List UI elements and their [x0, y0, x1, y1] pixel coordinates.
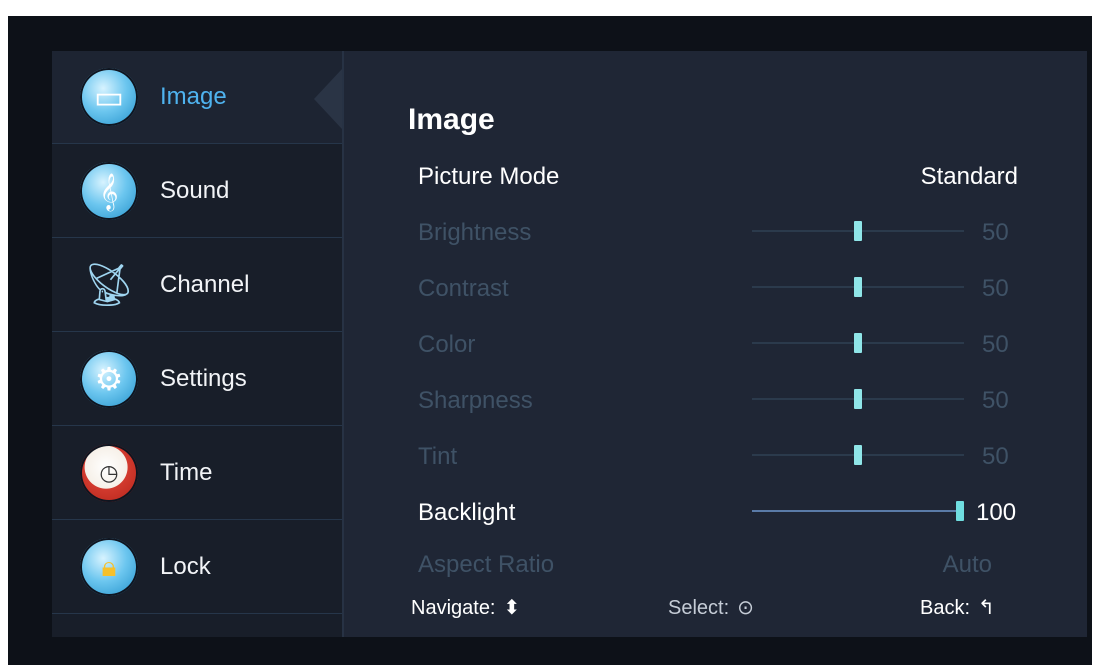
navigate-hint: Navigate: ⬍: [411, 595, 520, 620]
backlight-slider[interactable]: [752, 501, 964, 521]
picture-mode-value: Standard: [920, 163, 1018, 190]
select-label: Select:: [668, 597, 730, 619]
treble-clef-icon: 𝄞: [80, 162, 138, 220]
slider-thumb[interactable]: [854, 389, 862, 409]
slider-fill: [752, 510, 956, 512]
sidebar-item-label: Lock: [160, 553, 211, 580]
contrast-label: Contrast: [418, 275, 509, 302]
satellite-dish-icon: 📡︎: [82, 260, 136, 309]
slider-thumb[interactable]: [854, 445, 862, 465]
monitor-icon: ▭: [80, 68, 138, 126]
sidebar-item-lock[interactable]: 🔒︎ Lock: [52, 521, 342, 614]
ok-button-icon: ⊙: [737, 595, 754, 619]
sharpness-slider[interactable]: [752, 389, 964, 409]
slider-thumb[interactable]: [956, 501, 964, 521]
sidebar-item-channel[interactable]: 📡︎ Channel: [52, 239, 342, 332]
sidebar-item-settings[interactable]: ⚙ Settings: [52, 333, 342, 426]
padlock-icon: 🔒︎: [80, 538, 138, 596]
navigate-label: Navigate:: [411, 597, 496, 619]
select-hint: Select: ⊙: [668, 595, 754, 620]
picture-mode-label: Picture Mode: [418, 163, 560, 190]
backlight-value: 100: [976, 499, 1017, 526]
brightness-value: 50: [982, 219, 1009, 246]
gear-icon: ⚙: [80, 350, 138, 408]
contrast-slider[interactable]: [752, 277, 964, 297]
brightness-slider[interactable]: [752, 221, 964, 241]
aspect-ratio-row[interactable]: Aspect Ratio Auto: [418, 547, 1028, 578]
selection-pointer: [314, 69, 342, 129]
panel-divider: [342, 51, 344, 637]
slider-thumb[interactable]: [854, 277, 862, 297]
sidebar: ▭ Image 𝄞 Sound 📡︎ Channel ⚙ Settings ◷ …: [52, 51, 342, 637]
sidebar-item-time[interactable]: ◷ Time: [52, 427, 342, 520]
tv-menu-screen: ▭ Image 𝄞 Sound 📡︎ Channel ⚙ Settings ◷ …: [52, 51, 1087, 637]
picture-mode-row[interactable]: Picture Mode Standard: [418, 155, 1028, 195]
backlight-label: Backlight: [418, 499, 516, 526]
tint-label: Tint: [418, 443, 458, 470]
sharpness-label: Sharpness: [418, 387, 533, 414]
tint-row[interactable]: Tint 50: [418, 435, 1028, 475]
sidebar-item-label: Settings: [160, 365, 247, 392]
sidebar-item-label: Channel: [160, 271, 250, 298]
tint-slider[interactable]: [752, 445, 964, 465]
aspect-ratio-label: Aspect Ratio: [418, 551, 555, 578]
sidebar-item-label: Time: [160, 459, 213, 486]
tv-frame: ▭ Image 𝄞 Sound 📡︎ Channel ⚙ Settings ◷ …: [8, 16, 1092, 665]
slider-thumb[interactable]: [854, 221, 862, 241]
color-label: Color: [418, 331, 476, 358]
backlight-row[interactable]: Backlight 100: [418, 491, 1028, 531]
back-arrow-icon: ↰: [978, 595, 995, 619]
dpad-arrows-icon: ⬍: [503, 595, 521, 619]
slider-thumb[interactable]: [854, 333, 862, 353]
sharpness-value: 50: [982, 387, 1009, 414]
contrast-row[interactable]: Contrast 50: [418, 267, 1028, 307]
color-slider[interactable]: [752, 333, 964, 353]
tint-value: 50: [982, 443, 1009, 470]
sidebar-item-sound[interactable]: 𝄞 Sound: [52, 145, 342, 238]
sidebar-item-image[interactable]: ▭ Image: [52, 51, 342, 144]
color-value: 50: [982, 331, 1009, 358]
alarm-clock-icon: ◷: [80, 444, 138, 502]
page-title: Image: [408, 103, 495, 136]
back-hint: Back: ↰: [920, 595, 995, 620]
back-label: Back:: [920, 597, 971, 619]
aspect-ratio-value: Auto: [942, 551, 992, 578]
sharpness-row[interactable]: Sharpness 50: [418, 379, 1028, 419]
brightness-row[interactable]: Brightness 50: [418, 211, 1028, 251]
sidebar-item-label: Image: [160, 83, 227, 110]
sidebar-item-label: Sound: [160, 177, 230, 204]
contrast-value: 50: [982, 275, 1009, 302]
color-row[interactable]: Color 50: [418, 323, 1028, 363]
brightness-label: Brightness: [418, 219, 532, 246]
